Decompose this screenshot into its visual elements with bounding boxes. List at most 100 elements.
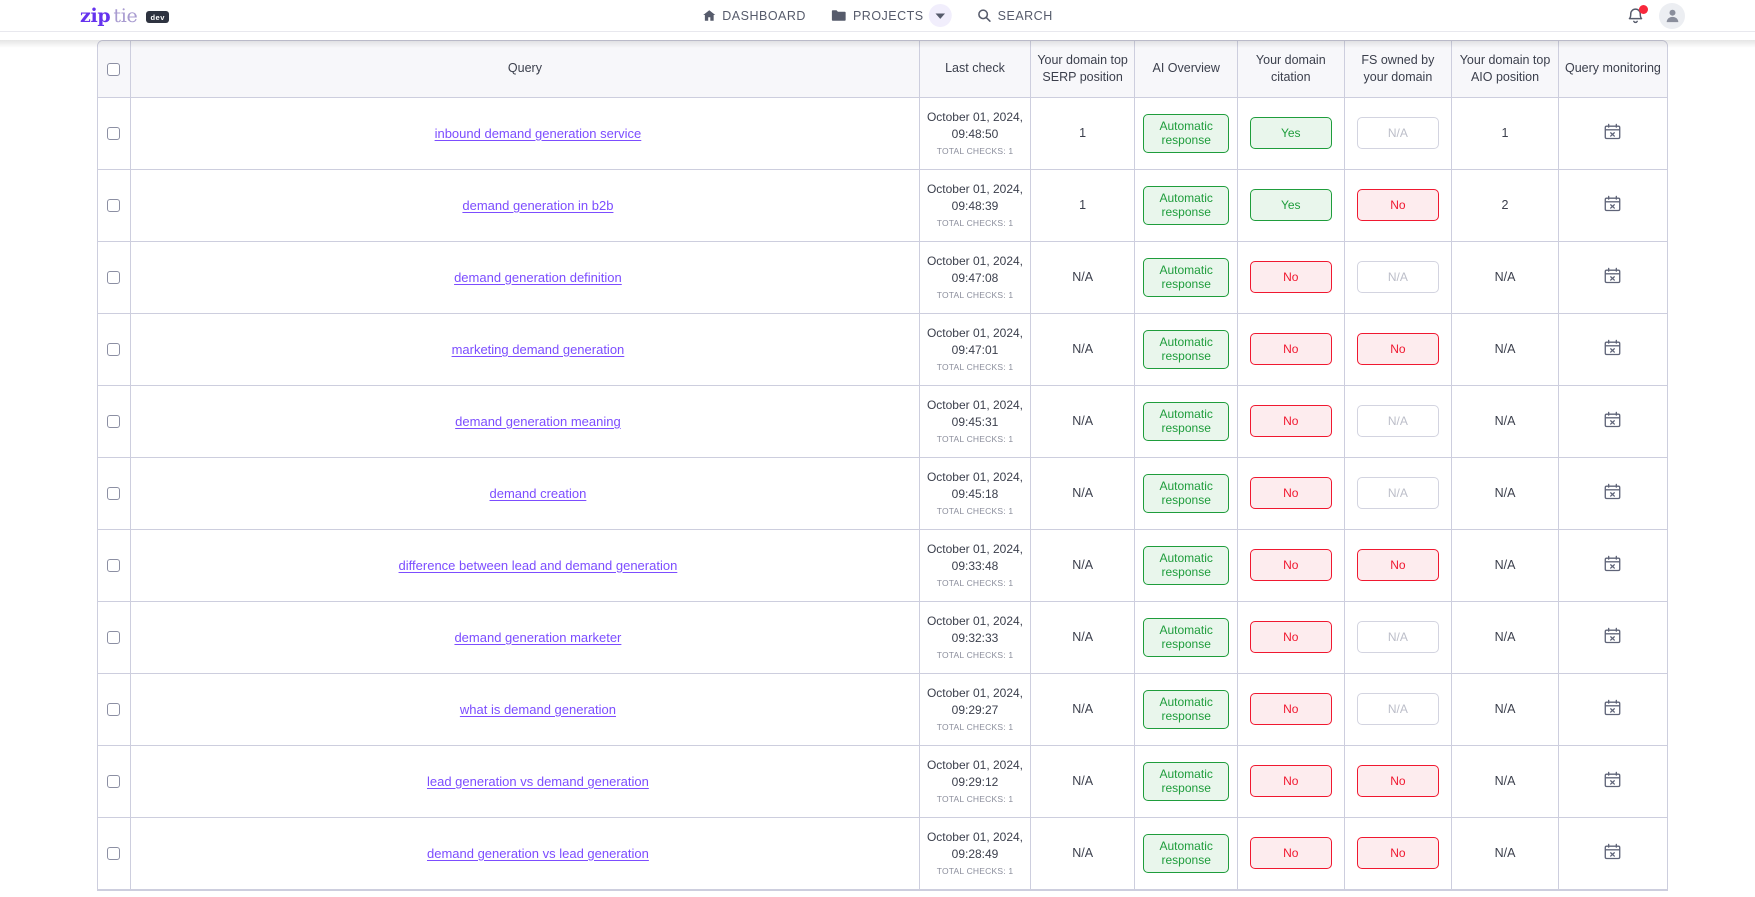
ai-overview-badge[interactable]: Automatic response <box>1143 330 1229 369</box>
domain-citation-badge[interactable]: No <box>1250 333 1332 365</box>
query-link[interactable]: demand generation in b2b <box>462 198 613 213</box>
domain-citation-badge[interactable]: No <box>1250 621 1332 653</box>
calendar-times-icon[interactable] <box>1604 339 1621 359</box>
query-link[interactable]: demand creation <box>490 486 587 501</box>
column-header-last-check[interactable]: Last check <box>920 41 1031 97</box>
query-link[interactable]: demand generation definition <box>454 270 622 285</box>
ai-overview-badge[interactable]: Automatic response <box>1143 618 1229 657</box>
calendar-times-icon[interactable] <box>1604 771 1621 791</box>
nav-item-dashboard[interactable]: DASHBOARD <box>702 9 806 23</box>
serp-position-cell: N/A <box>1030 817 1135 889</box>
column-header-domain-citation[interactable]: Your domain citation <box>1237 41 1344 97</box>
table-row[interactable]: demand generation vs lead generationOcto… <box>98 817 1667 889</box>
table-row[interactable]: demand creationOctober 01, 2024, 09:45:1… <box>98 457 1667 529</box>
fs-owned-badge[interactable]: N/A <box>1357 477 1439 509</box>
serp-position-cell: N/A <box>1030 673 1135 745</box>
domain-citation-badge[interactable]: Yes <box>1250 189 1332 221</box>
domain-citation-badge[interactable]: No <box>1250 549 1332 581</box>
fs-owned-badge[interactable]: N/A <box>1357 693 1439 725</box>
calendar-times-icon[interactable] <box>1604 843 1621 863</box>
query-link[interactable]: demand generation meaning <box>455 414 621 429</box>
domain-citation-badge[interactable]: No <box>1250 405 1332 437</box>
column-header-query[interactable]: Query <box>130 41 920 97</box>
column-header-serp-position[interactable]: Your domain top SERP position <box>1030 41 1135 97</box>
row-checkbox[interactable] <box>107 199 120 212</box>
row-checkbox[interactable] <box>107 559 120 572</box>
user-icon <box>1665 8 1680 23</box>
fs-owned-badge[interactable]: No <box>1357 333 1439 365</box>
chevron-down-icon[interactable] <box>929 4 952 27</box>
column-header-aio-position[interactable]: Your domain top AIO position <box>1452 41 1559 97</box>
row-checkbox[interactable] <box>107 847 120 860</box>
column-header-fs-owned[interactable]: FS owned by your domain <box>1344 41 1452 97</box>
last-check-date: October 01, 2024, 09:48:50TOTAL CHECKS: … <box>921 110 1029 157</box>
query-link[interactable]: difference between lead and demand gener… <box>399 558 678 573</box>
query-link[interactable]: lead generation vs demand generation <box>427 774 649 789</box>
calendar-times-icon[interactable] <box>1604 483 1621 503</box>
select-all-checkbox[interactable] <box>107 63 120 76</box>
ai-overview-badge[interactable]: Automatic response <box>1143 114 1229 153</box>
table-row[interactable]: inbound demand generation service October… <box>98 97 1667 169</box>
row-checkbox[interactable] <box>107 343 120 356</box>
column-header-query-monitoring[interactable]: Query monitoring <box>1558 41 1667 97</box>
ai-overview-badge[interactable]: Automatic response <box>1143 186 1229 225</box>
domain-citation-badge[interactable]: Yes <box>1250 117 1332 149</box>
brand-logo[interactable]: ziptie dev <box>80 5 169 27</box>
table-row[interactable]: demand generation in b2bOctober 01, 2024… <box>98 169 1667 241</box>
table-row[interactable]: demand generation marketerOctober 01, 20… <box>98 601 1667 673</box>
row-checkbox[interactable] <box>107 703 120 716</box>
domain-citation-badge[interactable]: No <box>1250 837 1332 869</box>
table-row[interactable]: what is demand generationOctober 01, 202… <box>98 673 1667 745</box>
ai-overview-badge[interactable]: Automatic response <box>1143 762 1229 801</box>
column-header-ai-overview[interactable]: AI Overview <box>1135 41 1238 97</box>
ai-overview-badge[interactable]: Automatic response <box>1143 402 1229 441</box>
calendar-times-icon[interactable] <box>1604 411 1621 431</box>
query-link[interactable]: what is demand generation <box>460 702 616 717</box>
fs-owned-badge[interactable]: No <box>1357 549 1439 581</box>
row-checkbox[interactable] <box>107 487 120 500</box>
domain-citation-badge[interactable]: No <box>1250 477 1332 509</box>
row-checkbox[interactable] <box>107 127 120 140</box>
avatar[interactable] <box>1659 3 1685 29</box>
calendar-times-icon[interactable] <box>1604 699 1621 719</box>
query-link[interactable]: demand generation marketer <box>454 630 621 645</box>
fs-owned-badge[interactable]: No <box>1357 837 1439 869</box>
last-check-date: October 01, 2024, 09:33:48TOTAL CHECKS: … <box>921 542 1029 589</box>
table-row[interactable]: difference between lead and demand gener… <box>98 529 1667 601</box>
calendar-times-icon[interactable] <box>1604 555 1621 575</box>
table-row[interactable]: demand generation definitionOctober 01, … <box>98 241 1667 313</box>
domain-citation-badge[interactable]: No <box>1250 261 1332 293</box>
table-row[interactable]: demand generation meaningOctober 01, 202… <box>98 385 1667 457</box>
row-checkbox[interactable] <box>107 775 120 788</box>
ai-overview-badge[interactable]: Automatic response <box>1143 546 1229 585</box>
notifications-button[interactable] <box>1626 6 1646 26</box>
query-link[interactable]: marketing demand generation <box>452 342 625 357</box>
ai-overview-cell: Automatic response <box>1135 313 1238 385</box>
table-row[interactable]: lead generation vs demand generationOcto… <box>98 745 1667 817</box>
domain-citation-badge[interactable]: No <box>1250 765 1332 797</box>
ai-overview-badge[interactable]: Automatic response <box>1143 690 1229 729</box>
table-row[interactable]: marketing demand generationOctober 01, 2… <box>98 313 1667 385</box>
row-checkbox[interactable] <box>107 271 120 284</box>
fs-owned-badge[interactable]: No <box>1357 765 1439 797</box>
fs-owned-badge[interactable]: No <box>1357 189 1439 221</box>
calendar-times-icon[interactable] <box>1604 267 1621 287</box>
ai-overview-badge[interactable]: Automatic response <box>1143 474 1229 513</box>
fs-owned-badge[interactable]: N/A <box>1357 405 1439 437</box>
calendar-times-icon[interactable] <box>1604 123 1621 143</box>
nav-item-search[interactable]: SEARCH <box>978 9 1053 23</box>
calendar-times-icon[interactable] <box>1604 195 1621 215</box>
query-link[interactable]: demand generation vs lead generation <box>427 846 649 861</box>
fs-owned-badge[interactable]: N/A <box>1357 621 1439 653</box>
ai-overview-badge[interactable]: Automatic response <box>1143 258 1229 297</box>
aio-position-cell: N/A <box>1452 313 1559 385</box>
domain-citation-badge[interactable]: No <box>1250 693 1332 725</box>
row-checkbox[interactable] <box>107 631 120 644</box>
row-checkbox[interactable] <box>107 415 120 428</box>
calendar-times-icon[interactable] <box>1604 627 1621 647</box>
nav-item-projects[interactable]: PROJECTS <box>832 4 952 27</box>
ai-overview-badge[interactable]: Automatic response <box>1143 834 1229 873</box>
fs-owned-badge[interactable]: N/A <box>1357 261 1439 293</box>
fs-owned-badge[interactable]: N/A <box>1357 117 1439 149</box>
query-link[interactable]: inbound demand generation service <box>435 126 642 141</box>
